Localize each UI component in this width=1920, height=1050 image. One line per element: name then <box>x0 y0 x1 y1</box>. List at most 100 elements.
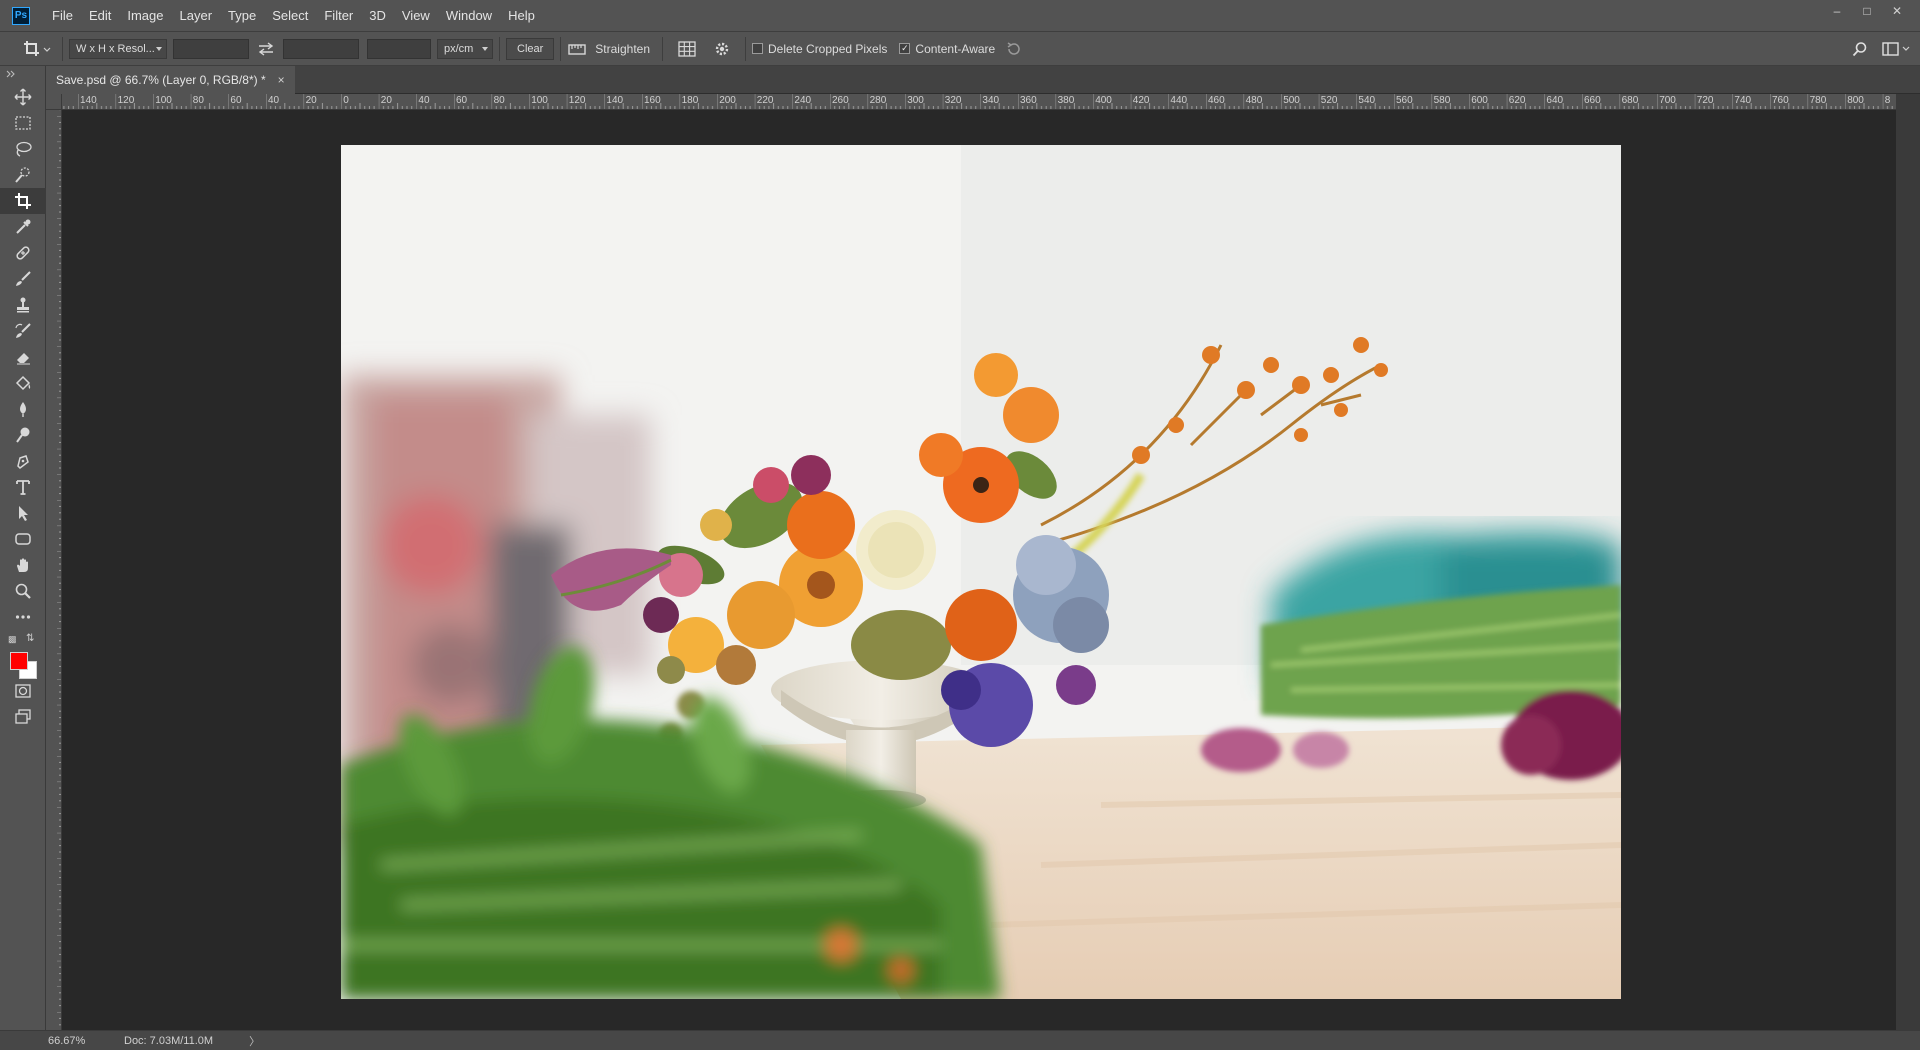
units-select[interactable]: px/cm <box>437 38 493 59</box>
ratio-select[interactable]: W x H x Resol... <box>69 38 167 59</box>
hand-tool-icon[interactable] <box>0 552 46 578</box>
brush-tool-icon[interactable] <box>0 266 46 292</box>
options-right <box>1852 32 1910 65</box>
eyedropper-tool-icon[interactable] <box>0 214 46 240</box>
paint-bucket-tool-icon[interactable] <box>0 370 46 396</box>
tools-panel: ▩ ⇅ <box>0 66 46 1030</box>
move-tool-icon[interactable] <box>0 84 46 110</box>
menu-image[interactable]: Image <box>119 0 171 31</box>
resolution-input[interactable] <box>367 38 431 59</box>
divider <box>745 36 746 61</box>
ruler-h-label: 220 <box>756 95 774 106</box>
ruler-h-label: 780 <box>1809 95 1827 106</box>
color-swatches: ▩ ⇅ <box>0 630 46 679</box>
ruler-h-label: 260 <box>832 95 849 106</box>
straighten-label[interactable]: Straighten <box>595 42 650 56</box>
screen-mode-icon[interactable] <box>0 704 46 730</box>
content-aware-checkbox[interactable]: ✓ <box>899 43 911 54</box>
ruler-h-label: 440 <box>1170 95 1188 106</box>
ruler-h-label: 300 <box>907 95 924 106</box>
ruler-h-label: 40 <box>418 95 430 106</box>
marquee-tool-icon[interactable] <box>0 110 46 136</box>
ruler-h-label: 20 <box>305 95 317 106</box>
straighten-icon[interactable] <box>567 41 587 57</box>
crop-tool-icon[interactable] <box>0 188 46 214</box>
crop-icon <box>24 40 51 56</box>
swap-dimensions-icon[interactable] <box>257 41 275 56</box>
restore-button[interactable]: □ <box>1852 0 1882 22</box>
zoom-tool-icon[interactable] <box>0 578 46 604</box>
width-input[interactable] <box>173 38 249 59</box>
ruler-h-label: 660 <box>1584 95 1601 106</box>
ruler-h-label: 100 <box>155 95 172 106</box>
ruler-h-label: 560 <box>1396 95 1413 106</box>
divider <box>560 36 562 61</box>
blur-tool-icon[interactable] <box>0 396 46 422</box>
path-selection-tool-icon[interactable] <box>0 500 46 526</box>
delete-cropped-label[interactable]: Delete Cropped Pixels <box>768 42 887 56</box>
ruler-h-label: 60 <box>230 95 242 106</box>
ruler-h-label: 320 <box>944 95 962 106</box>
foreground-color-swatch[interactable] <box>10 652 28 670</box>
options-bar: W x H x Resol... px/cm Clear Straighten … <box>0 31 1920 66</box>
horizontal-ruler[interactable]: 140 120 100 80 60 40 20 0 20 40 60 80 100 120 140 160 18… <box>62 94 1896 110</box>
lasso-tool-icon[interactable] <box>0 136 46 162</box>
quick-mask-icon[interactable] <box>0 678 46 704</box>
history-brush-tool-icon[interactable] <box>0 318 46 344</box>
ruler-h-label: 540 <box>1358 95 1376 106</box>
ruler-origin[interactable] <box>46 94 62 110</box>
vertical-ruler[interactable] <box>46 110 62 1030</box>
delete-cropped-checkbox[interactable] <box>752 43 763 54</box>
menu-edit[interactable]: Edit <box>81 0 119 31</box>
vertical-scrollbar[interactable] <box>1896 94 1920 1030</box>
dodge-tool-icon[interactable] <box>0 422 46 448</box>
menu-file[interactable]: File <box>44 0 81 31</box>
more-tools-icon[interactable] <box>0 604 46 630</box>
menu-window[interactable]: Window <box>438 0 500 31</box>
search-icon[interactable] <box>1852 41 1868 57</box>
status-menu-arrow[interactable]: 〉 <box>249 1033 260 1049</box>
eraser-tool-icon[interactable] <box>0 344 46 370</box>
panel-collapse-icon[interactable] <box>6 70 39 80</box>
content-aware-label[interactable]: Content-Aware <box>915 42 995 56</box>
ruler-h-label: 760 <box>1772 95 1789 106</box>
ruler-h-label: 420 <box>1132 95 1150 106</box>
ruler-h-label: 700 <box>1659 95 1676 106</box>
overlay-grid-icon[interactable] <box>677 40 697 58</box>
minimize-button[interactable]: – <box>1822 0 1852 22</box>
clone-stamp-tool-icon[interactable] <box>0 292 46 318</box>
menu-type[interactable]: Type <box>220 0 264 31</box>
menu-help[interactable]: Help <box>500 0 543 31</box>
rectangle-tool-icon[interactable] <box>0 526 46 552</box>
ruler-h-label: 80 <box>493 95 505 106</box>
healing-brush-tool-icon[interactable] <box>0 240 46 266</box>
swap-colors-icon[interactable]: ⇅ <box>26 633 34 644</box>
menu-3d[interactable]: 3D <box>361 0 394 31</box>
ruler-h-label: 40 <box>268 95 280 106</box>
document-tab[interactable]: Save.psd @ 66.7% (Layer 0, RGB/8*) * × <box>46 66 295 94</box>
close-window-button[interactable]: ✕ <box>1882 0 1912 22</box>
ruler-h-label: 200 <box>719 95 736 106</box>
document-image[interactable] <box>341 145 1621 999</box>
menu-filter[interactable]: Filter <box>316 0 361 31</box>
ruler-h-label: 240 <box>794 95 812 106</box>
quick-selection-tool-icon[interactable] <box>0 162 46 188</box>
ruler-h-label: 400 <box>1095 95 1112 106</box>
crop-tool-preset-picker[interactable] <box>18 36 56 62</box>
menu-view[interactable]: View <box>394 0 438 31</box>
menu-layer[interactable]: Layer <box>172 0 221 31</box>
clear-button[interactable]: Clear <box>506 37 555 60</box>
close-tab-icon[interactable]: × <box>278 66 285 94</box>
reset-icon[interactable] <box>1005 41 1023 57</box>
default-colors-icon[interactable]: ▩ <box>8 634 17 645</box>
height-input[interactable] <box>283 38 359 59</box>
zoom-level[interactable]: 66.67% <box>0 1035 122 1047</box>
gear-icon[interactable] <box>713 40 731 58</box>
ruler-h-label: 140 <box>606 95 624 106</box>
ruler-h-label: 60 <box>456 95 468 106</box>
type-tool-icon[interactable] <box>0 474 46 500</box>
workspace-switcher-icon[interactable] <box>1882 41 1910 57</box>
menu-select[interactable]: Select <box>264 0 316 31</box>
ruler-h-label: 140 <box>80 95 97 106</box>
pen-tool-icon[interactable] <box>0 448 46 474</box>
